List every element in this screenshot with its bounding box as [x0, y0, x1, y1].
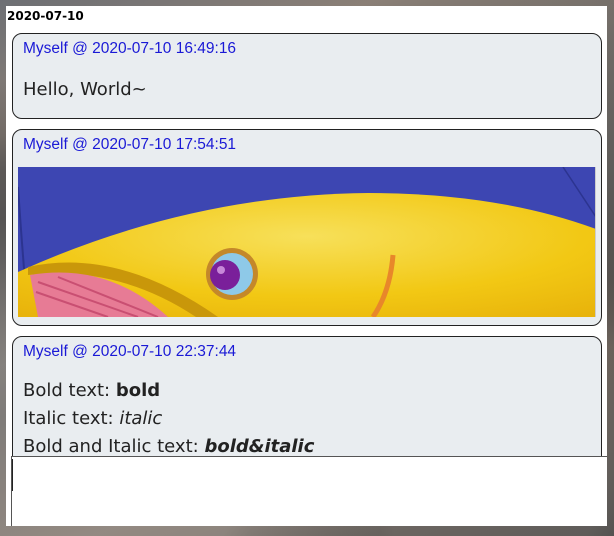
message-meta-link[interactable]: Myself @ 2020-07-10 22:37:44: [23, 343, 236, 361]
message-meta-link[interactable]: Myself @ 2020-07-10 17:54:51: [23, 136, 236, 154]
message-meta-link[interactable]: Myself @ 2020-07-10 16:49:16: [23, 40, 236, 58]
message-input[interactable]: [11, 456, 607, 526]
message-rich-text: Bold text: bold Italic text: italic Bold…: [23, 377, 314, 456]
message-text: Hello, World~: [23, 79, 147, 100]
message-item: Myself @ 2020-07-10 22:37:44 Bold text: …: [12, 336, 602, 456]
message-item: Myself @ 2020-07-10 17:54:51: [12, 129, 602, 326]
chat-window: 2020-07-10 Myself @ 2020-07-10 16:49:16 …: [6, 6, 607, 526]
message-image[interactable]: [18, 167, 596, 317]
fish-image: [18, 167, 595, 317]
text-caret: [12, 459, 13, 491]
text-line: Italic text: italic: [23, 408, 163, 429]
text-line: Bold and Italic text: bold&italic: [23, 436, 315, 456]
message-feed[interactable]: 2020-07-10 Myself @ 2020-07-10 16:49:16 …: [6, 6, 607, 456]
message-item: Myself @ 2020-07-10 16:49:16 Hello, Worl…: [12, 33, 602, 119]
date-heading: 2020-07-10: [7, 9, 84, 23]
text-line: Bold text: bold: [23, 380, 161, 401]
